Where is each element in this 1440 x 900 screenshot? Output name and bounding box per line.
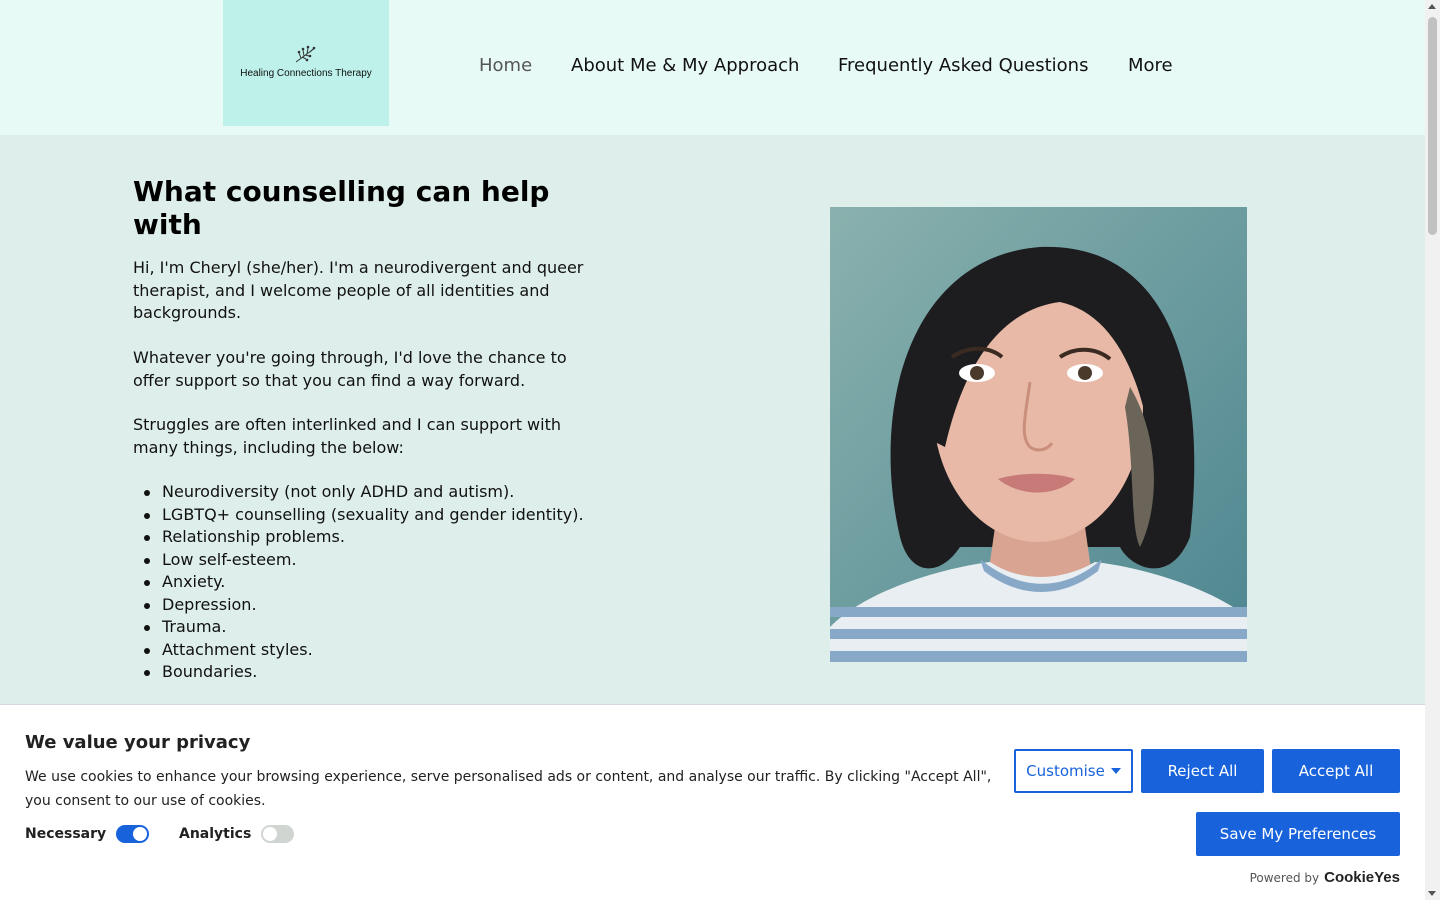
necessary-toggle[interactable] (116, 825, 149, 843)
list-item: Boundaries. (133, 661, 584, 684)
list-item: Depression. (133, 594, 584, 617)
intro-paragraph: Hi, I'm Cheryl (she/her). I'm a neurodiv… (133, 258, 584, 322)
site-logo[interactable]: Healing Connections Therapy (223, 0, 389, 126)
branch-icon (295, 45, 316, 63)
topics-list: Neurodiversity (not only ADHD and autism… (133, 481, 584, 684)
site-header: Healing Connections Therapy Home About M… (0, 0, 1425, 135)
nav-about[interactable]: About Me & My Approach (571, 55, 799, 76)
list-item: LGBTQ+ counselling (sexuality and gender… (133, 504, 584, 527)
scroll-thumb[interactable] (1428, 17, 1437, 235)
analytics-label: Analytics (179, 826, 252, 842)
main-content: What counselling can help with Hi, I'm C… (133, 175, 603, 681)
accept-all-button[interactable]: Accept All (1272, 749, 1400, 793)
scroll-down-icon[interactable] (1428, 891, 1436, 896)
powered-by: Powered by CookieYes (1250, 869, 1400, 886)
necessary-label: Necessary (25, 826, 107, 842)
list-item: Trauma. (133, 616, 584, 639)
cookie-title: We value your privacy (25, 732, 251, 753)
cookieyes-logo[interactable]: CookieYes (1324, 869, 1400, 886)
nav-home[interactable]: Home (479, 55, 532, 76)
portrait-illustration (830, 207, 1247, 662)
reject-all-button[interactable]: Reject All (1141, 749, 1264, 793)
scroll-up-icon[interactable] (1428, 4, 1436, 9)
list-item: Low self-esteem. (133, 549, 584, 572)
list-item: Attachment styles. (133, 639, 584, 662)
page-title: What counselling can help with (133, 175, 550, 241)
logo-text: Healing Connections Therapy (240, 68, 372, 79)
analytics-toggle[interactable] (261, 825, 294, 843)
support-paragraph: Whatever you're going through, I'd love … (133, 348, 567, 390)
save-preferences-button[interactable]: Save My Preferences (1196, 812, 1400, 856)
struggles-paragraph: Struggles are often interlinked and I ca… (133, 415, 561, 457)
customise-label: Customise (1026, 762, 1105, 780)
list-item: Anxiety. (133, 571, 584, 594)
cookie-banner: We value your privacy We use cookies to … (0, 704, 1425, 900)
cookie-description: We use cookies to enhance your browsing … (25, 769, 992, 809)
list-item: Relationship problems. (133, 526, 584, 549)
powered-by-text: Powered by (1249, 870, 1320, 885)
customise-button[interactable]: Customise (1014, 749, 1133, 793)
nav-more[interactable]: More (1128, 55, 1173, 76)
page-scrollbar[interactable] (1425, 0, 1440, 900)
list-item: Neurodiversity (not only ADHD and autism… (133, 481, 584, 504)
caret-down-icon (1110, 768, 1121, 774)
nav-faq[interactable]: Frequently Asked Questions (838, 55, 1088, 76)
therapist-photo (830, 207, 1247, 662)
